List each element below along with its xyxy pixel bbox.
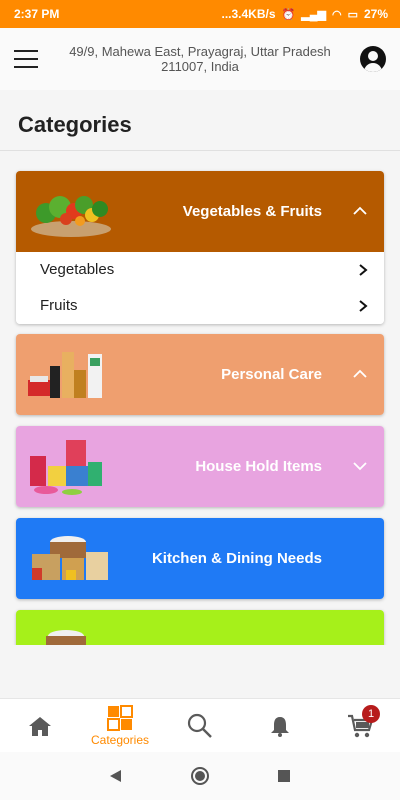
page-title: Categories: [18, 112, 132, 137]
household-items-image: [30, 440, 102, 495]
nav-search[interactable]: [186, 699, 214, 753]
system-nav-bar: [0, 752, 400, 800]
bottom-nav: Categories 1: [0, 698, 400, 752]
category-title: Personal Care: [221, 366, 322, 383]
category-title: Vegetables & Fruits: [182, 203, 322, 220]
nav-categories-label: Categories: [90, 733, 150, 747]
chevron-up-icon[interactable]: [352, 203, 368, 219]
back-icon[interactable]: [106, 766, 126, 786]
address-line2: 211007, India: [161, 59, 239, 74]
status-icons: ...3.4KB/s ⏰ ▂▄▆ ◠ ▭ 27%: [222, 7, 389, 21]
category-card-personal-care: Personal Care: [16, 334, 384, 415]
category-header-personal-care[interactable]: Personal Care: [16, 334, 384, 415]
category-header-household[interactable]: House Hold Items: [16, 426, 384, 507]
subcategory-label: Fruits: [40, 297, 78, 314]
subcategory-list: Vegetables Fruits: [16, 252, 384, 324]
category-card-kitchen-dining: Kitchen & Dining Needs: [16, 518, 384, 599]
category-header-5[interactable]: [16, 610, 384, 645]
subcategory-item-fruits[interactable]: Fruits: [16, 288, 384, 324]
recents-icon[interactable]: [274, 766, 294, 786]
chevron-up-icon[interactable]: [352, 366, 368, 382]
category-card-5: [16, 610, 384, 645]
subcategory-label: Vegetables: [40, 261, 115, 278]
category-title: Kitchen & Dining Needs: [151, 550, 322, 567]
nav-cart[interactable]: 1: [344, 699, 380, 753]
app-header: 49/9, Mahewa East, Prayagraj, Uttar Prad…: [0, 28, 400, 90]
category-card-household: House Hold Items: [16, 426, 384, 507]
categories-icon: [107, 705, 133, 731]
bell-icon: [271, 717, 289, 737]
status-bar: 2:37 PM ...3.4KB/s ⏰ ▂▄▆ ◠ ▭ 27%: [0, 0, 400, 28]
delivery-address[interactable]: 49/9, Mahewa East, Prayagraj, Uttar Prad…: [60, 44, 340, 74]
category-header-vegetables-fruits[interactable]: Vegetables & Fruits: [16, 171, 384, 252]
status-time: 2:37 PM: [14, 7, 60, 21]
network-speed: ...3.4KB/s: [221, 7, 276, 21]
account-icon[interactable]: [360, 46, 386, 72]
category-list[interactable]: Vegetables & Fruits Vegetables Fruits Pe…: [0, 151, 400, 645]
menu-icon[interactable]: [14, 50, 38, 68]
search-icon: [187, 713, 212, 738]
category-image: [46, 630, 86, 645]
battery-icon: ▭: [347, 8, 358, 21]
kitchen-dining-image: [32, 536, 108, 580]
address-line1: 49/9, Mahewa East, Prayagraj, Uttar Prad…: [69, 44, 331, 59]
category-title: House Hold Items: [195, 458, 322, 475]
category-card-vegetables-fruits: Vegetables & Fruits Vegetables Fruits: [16, 171, 384, 324]
nav-home[interactable]: [24, 699, 56, 753]
home-icon: [29, 717, 51, 736]
nav-categories[interactable]: Categories: [84, 699, 156, 753]
nav-notifications[interactable]: [268, 699, 292, 753]
subcategory-item-vegetables[interactable]: Vegetables: [16, 252, 384, 288]
wifi-icon: ◠: [331, 8, 342, 21]
home-button-icon[interactable]: [190, 766, 210, 786]
signal-icon: ▂▄▆: [301, 8, 326, 21]
vegetables-fruits-image: [31, 196, 111, 237]
chevron-down-icon[interactable]: [352, 458, 368, 474]
personal-care-image: [28, 352, 102, 398]
alarm-icon: ⏰: [281, 8, 296, 21]
chevron-right-icon: [359, 264, 368, 276]
cart-count-badge: 1: [362, 705, 380, 723]
category-header-kitchen-dining[interactable]: Kitchen & Dining Needs: [16, 518, 384, 599]
chevron-right-icon: [359, 300, 368, 312]
battery-percent: 27%: [363, 7, 388, 21]
